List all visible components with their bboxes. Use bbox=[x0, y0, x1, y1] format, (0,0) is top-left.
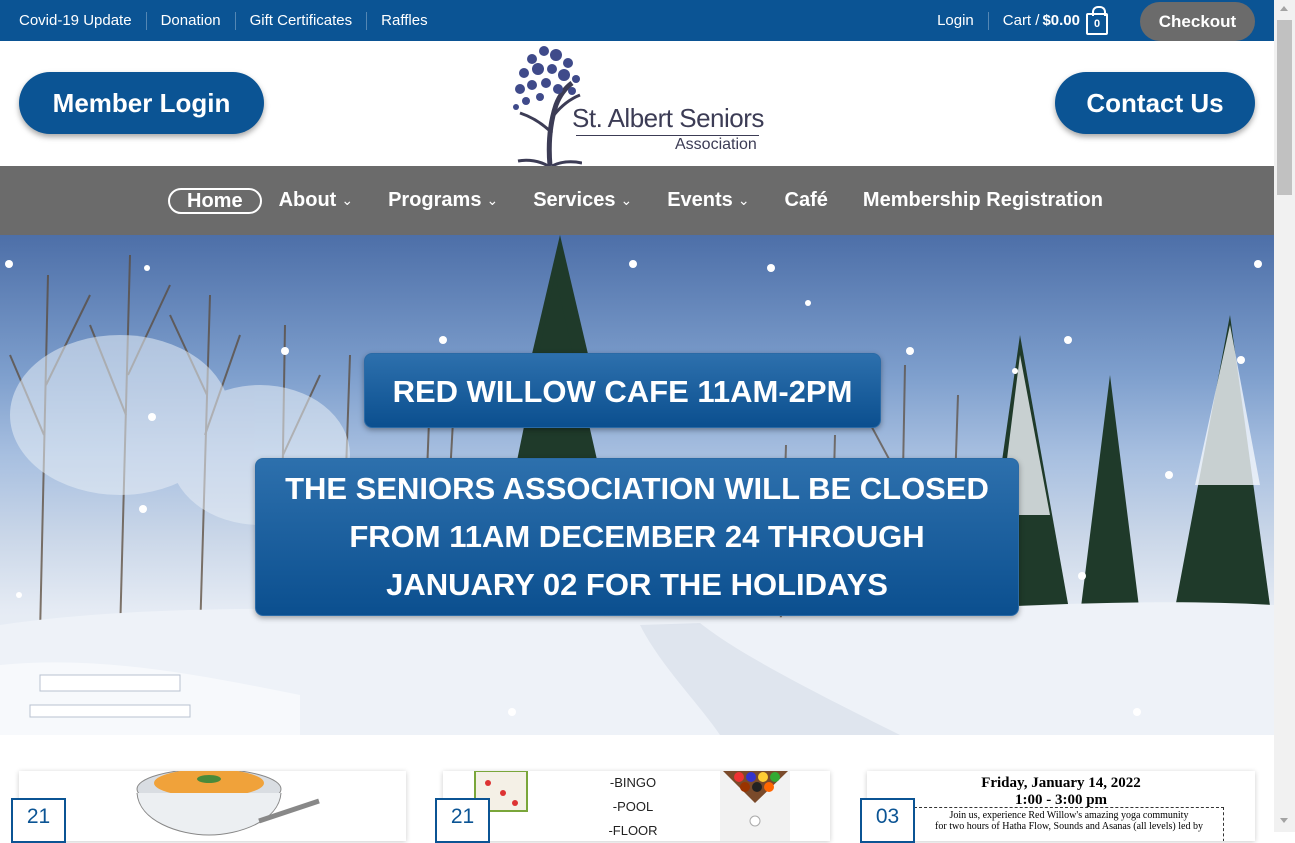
cafe-hours-banner: RED WILLOW CAFE 11AM-2PM bbox=[364, 353, 881, 428]
contact-us-button[interactable]: Contact Us bbox=[1055, 72, 1255, 134]
chevron-down-icon: ⌄ bbox=[341, 192, 354, 208]
nav-item-cafe[interactable]: Café bbox=[785, 189, 828, 212]
scrollbar-thumb[interactable] bbox=[1277, 20, 1292, 195]
main-nav: Home About ⌄ Programs ⌄ Services ⌄ Events ⌄ … bbox=[0, 166, 1274, 235]
nav-label: Programs bbox=[388, 189, 482, 211]
event-date-badge: 21 bbox=[11, 798, 66, 843]
nav-item-programs[interactable]: Programs ⌄ bbox=[388, 189, 498, 212]
cart-link[interactable]: Cart / $0.00 0 bbox=[1002, 5, 1108, 35]
checkout-button[interactable]: Checkout bbox=[1140, 2, 1255, 41]
site-logo[interactable]: St. Albert Seniors Association bbox=[512, 43, 764, 166]
logo-name: St. Albert Seniors bbox=[572, 103, 764, 133]
flyer-description: Join us, experience Red Willow's amazing… bbox=[914, 807, 1224, 841]
event-date-badge: 21 bbox=[435, 798, 490, 843]
pool-balls-image bbox=[720, 771, 790, 841]
closure-line: FROM 11AM DECEMBER 24 THROUGH bbox=[349, 519, 925, 554]
nav-label: Membership Registration bbox=[862, 189, 1103, 211]
login-link[interactable]: Login bbox=[937, 11, 989, 30]
raffles-link[interactable]: Raffles bbox=[366, 11, 441, 30]
holiday-closure-banner: THE SENIORS ASSOCIATION WILL BE CLOSED F… bbox=[255, 458, 1019, 616]
donation-link[interactable]: Donation bbox=[145, 11, 235, 30]
nav-item-home[interactable]: Home bbox=[168, 187, 262, 214]
scroll-down-icon[interactable] bbox=[1280, 818, 1288, 823]
nav-item-about[interactable]: About ⌄ bbox=[279, 189, 354, 212]
nav-item-services[interactable]: Services ⌄ bbox=[533, 189, 632, 212]
nav-label: Home bbox=[187, 189, 243, 212]
closure-line: THE SENIORS ASSOCIATION WILL BE CLOSED bbox=[285, 471, 989, 506]
cart-total: $0.00 bbox=[1042, 12, 1080, 29]
flyer-line: for two hours of Hatha Flow, Sounds and … bbox=[935, 821, 1203, 832]
nav-label: Services bbox=[533, 189, 616, 211]
event-card[interactable]: -BINGO -POOL -FLOOR CURLING bbox=[443, 771, 830, 841]
nav-label: About bbox=[278, 189, 337, 211]
nav-label: Events bbox=[667, 189, 733, 211]
flyer-date: Friday, January 14, 2022 bbox=[981, 775, 1141, 791]
event-card[interactable] bbox=[19, 771, 406, 841]
nav-item-membership-registration[interactable]: Membership Registration bbox=[863, 189, 1103, 212]
hero-slider[interactable]: RED WILLOW CAFE 11AM-2PM THE SENIORS ASS… bbox=[0, 235, 1274, 735]
closure-line: JANUARY 02 FOR THE HOLIDAYS bbox=[386, 567, 888, 602]
nav-item-events[interactable]: Events ⌄ bbox=[667, 189, 749, 212]
nav-label: Café bbox=[784, 189, 828, 211]
chevron-down-icon: ⌄ bbox=[620, 192, 633, 208]
yoga-flyer: Friday, January 14, 2022 1:00 - 3:00 pm … bbox=[867, 771, 1255, 841]
chevron-down-icon: ⌄ bbox=[486, 192, 499, 208]
logo-subtitle: Association bbox=[675, 136, 757, 153]
top-bar: Covid-19 Update Donation Gift Certificat… bbox=[0, 0, 1274, 41]
soup-bowl-image bbox=[136, 771, 320, 836]
utility-links: Covid-19 Update Donation Gift Certificat… bbox=[19, 0, 442, 41]
scroll-up-icon[interactable] bbox=[1280, 6, 1288, 11]
chevron-down-icon: ⌄ bbox=[737, 192, 750, 208]
event-card[interactable]: Friday, January 14, 2022 1:00 - 3:00 pm … bbox=[867, 771, 1255, 841]
page-scrollbar[interactable] bbox=[1274, 0, 1295, 832]
event-date-badge: 03 bbox=[860, 798, 915, 843]
site-header: Member Login St. Albert Seniors Associat… bbox=[0, 41, 1274, 166]
covid-update-link[interactable]: Covid-19 Update bbox=[19, 12, 146, 30]
shopping-bag-icon[interactable]: 0 bbox=[1086, 5, 1108, 35]
member-login-button[interactable]: Member Login bbox=[19, 72, 264, 134]
cart-count: 0 bbox=[1093, 17, 1101, 30]
cart-label: Cart / bbox=[1002, 12, 1040, 29]
account-area: Login Cart / $0.00 0 Checkout bbox=[937, 0, 1255, 41]
flyer-line: Join us, experience Red Willow's amazing… bbox=[949, 810, 1189, 821]
gift-certificates-link[interactable]: Gift Certificates bbox=[234, 11, 367, 30]
